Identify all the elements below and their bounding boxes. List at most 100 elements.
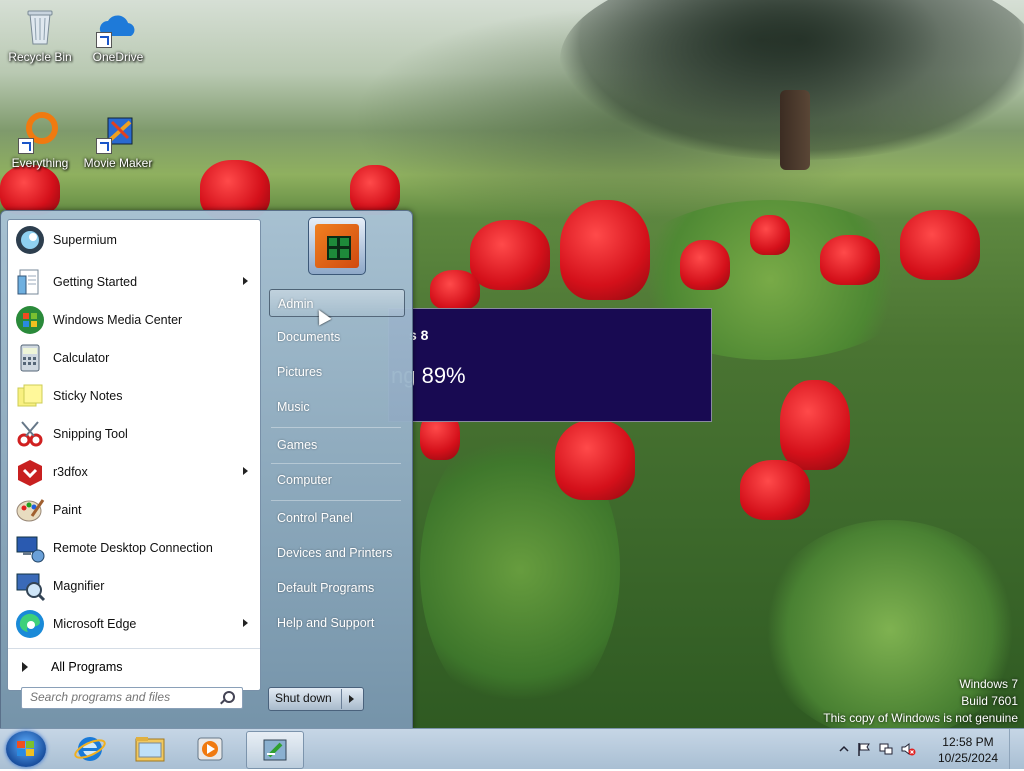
right-item-documents[interactable]: Documents: [269, 323, 405, 351]
right-item-devices-and-printers[interactable]: Devices and Printers: [269, 539, 405, 567]
all-programs-label: All Programs: [51, 660, 123, 674]
volume-muted-icon[interactable]: [900, 741, 916, 757]
search-input[interactable]: [22, 688, 220, 706]
right-item-admin[interactable]: Admin: [269, 289, 405, 317]
show-desktop-button[interactable]: [1009, 729, 1024, 769]
program-remote-desktop-connection[interactable]: Remote Desktop Connection: [8, 529, 260, 567]
program-microsoft-edge[interactable]: Microsoft Edge: [8, 605, 260, 643]
right-item-computer[interactable]: Computer: [269, 466, 405, 494]
show-hidden-icons-chevron-icon[interactable]: [838, 743, 850, 755]
everything-search-icon: [18, 110, 62, 154]
program-paint[interactable]: Paint: [8, 491, 260, 529]
progress-notification: s 8 ng 89%: [388, 308, 712, 422]
submenu-arrow-icon: [243, 277, 248, 285]
taskbar-clock[interactable]: 12:58 PM 10/25/2024: [938, 734, 998, 766]
start-menu-programs-pane: Supermium Getting Started Windows Media …: [7, 219, 261, 691]
program-snipping-tool[interactable]: Snipping Tool: [8, 415, 260, 453]
tulip: [350, 165, 400, 215]
shortcut-arrow-icon: [18, 138, 34, 154]
watermark-genuine-notice: This copy of Windows is not genuine: [823, 711, 1018, 725]
submenu-arrow-icon: [243, 619, 248, 627]
right-item-default-programs[interactable]: Default Programs: [269, 574, 405, 602]
taskbar-media-player[interactable]: [184, 731, 236, 767]
user-picture[interactable]: [308, 217, 366, 275]
desktop-icon-recycle-bin[interactable]: Recycle Bin: [0, 4, 80, 64]
menu-separator: [271, 500, 401, 501]
program-windows-media-center[interactable]: Windows Media Center: [8, 301, 260, 339]
system-tray: 12:58 PM 10/25/2024: [834, 729, 1024, 769]
user-avatar-image: [315, 224, 359, 268]
watermark-build: Build 7601: [961, 694, 1018, 708]
tulip: [560, 200, 650, 300]
tulip: [555, 420, 635, 500]
microsoft-edge-icon: [14, 608, 46, 640]
program-label: Calculator: [53, 351, 110, 365]
start-menu: Supermium Getting Started Windows Media …: [0, 210, 413, 730]
desktop-icon-label: Movie Maker: [83, 156, 153, 170]
start-search-box[interactable]: [21, 687, 243, 709]
right-item-games[interactable]: Games: [269, 431, 405, 459]
tree-trunk: [780, 90, 810, 170]
action-center-flag-icon[interactable]: [856, 741, 872, 757]
taskbar-internet-explorer[interactable]: [64, 731, 116, 767]
desktop-icon-label: Recycle Bin: [8, 50, 72, 64]
tulip: [680, 240, 730, 290]
shut-down-options-arrow-icon[interactable]: [349, 695, 354, 703]
program-supermium[interactable]: Supermium: [8, 221, 260, 259]
search-icon[interactable]: [223, 691, 235, 703]
program-label: r3dfox: [53, 465, 88, 479]
desktop-icon-movie-maker[interactable]: Movie Maker: [78, 110, 158, 170]
user-avatar-grid-icon: [327, 236, 351, 260]
windows-watermark: Windows 7 Build 7601 This copy of Window…: [823, 676, 1018, 727]
shortcut-arrow-icon: [96, 32, 112, 48]
network-icon[interactable]: [878, 741, 894, 757]
magnifier-icon: [14, 570, 46, 602]
file-explorer-icon: [135, 737, 165, 762]
watermark-os-name: Windows 7: [959, 677, 1018, 691]
r3dfox-icon: [14, 456, 46, 488]
all-programs-button[interactable]: All Programs: [8, 648, 260, 685]
expand-arrow-icon: [22, 662, 28, 672]
menu-separator: [271, 463, 401, 464]
program-sticky-notes[interactable]: Sticky Notes: [8, 377, 260, 415]
tulip: [430, 270, 480, 310]
snipping-tool-icon: [14, 418, 46, 450]
right-item-control-panel[interactable]: Control Panel: [269, 504, 405, 532]
clock-date: 10/25/2024: [937, 751, 998, 765]
submenu-arrow-icon: [243, 467, 248, 475]
internet-explorer-icon: [74, 737, 106, 761]
desktop-icon-everything[interactable]: Everything: [0, 110, 80, 170]
desktop-icon-label: Everything: [11, 156, 69, 170]
right-item-help-and-support[interactable]: Help and Support: [269, 609, 405, 637]
right-item-music[interactable]: Music: [269, 393, 405, 421]
program-label: Getting Started: [53, 275, 138, 289]
shut-down-label: Shut down: [275, 691, 332, 705]
tulip: [900, 210, 980, 280]
right-item-pictures[interactable]: Pictures: [269, 358, 405, 386]
active-app-icon: [263, 739, 287, 761]
program-getting-started[interactable]: Getting Started: [8, 263, 260, 301]
shortcut-arrow-icon: [96, 138, 112, 154]
supermium-browser-icon: [14, 224, 46, 256]
taskbar: 12:58 PM 10/25/2024: [0, 728, 1024, 769]
tulip: [0, 165, 60, 215]
taskbar-active-app[interactable]: [246, 731, 304, 769]
program-label: Sticky Notes: [53, 389, 123, 403]
desktop-icon-onedrive[interactable]: OneDrive: [78, 4, 158, 64]
taskbar-file-explorer[interactable]: [124, 731, 176, 767]
program-r3dfox[interactable]: r3dfox: [8, 453, 260, 491]
getting-started-icon: [14, 266, 46, 298]
program-label: Windows Media Center: [53, 313, 183, 327]
menu-separator: [271, 427, 401, 428]
tulip: [820, 235, 880, 285]
start-button[interactable]: [6, 731, 46, 767]
shut-down-button[interactable]: Shut down: [268, 687, 364, 711]
program-label: Paint: [53, 503, 82, 517]
program-calculator[interactable]: Calculator: [8, 339, 260, 377]
program-magnifier[interactable]: Magnifier: [8, 567, 260, 605]
program-label: Supermium: [53, 233, 117, 247]
recycle-bin-icon: [18, 4, 62, 48]
tulip: [470, 220, 550, 290]
tulip: [780, 380, 850, 470]
sticky-notes-icon: [14, 380, 46, 412]
